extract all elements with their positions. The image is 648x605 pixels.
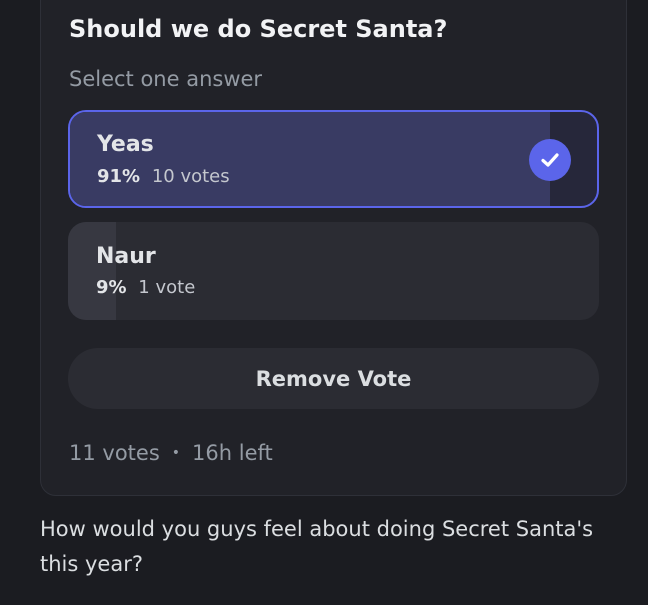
answer-label: Yeas bbox=[97, 132, 154, 157]
answer-vote-count: 1 vote bbox=[138, 277, 196, 298]
poll-question: Should we do Secret Santa? bbox=[69, 15, 448, 43]
remove-vote-button[interactable]: Remove Vote bbox=[68, 348, 599, 409]
message-text: How would you guys feel about doing Secr… bbox=[40, 517, 594, 576]
answer-percent: 9% bbox=[96, 277, 127, 298]
vote-bar-fill bbox=[70, 112, 550, 206]
poll-instruction: Select one answer bbox=[69, 67, 263, 91]
poll-footer: 11 votes • 16h left bbox=[69, 441, 273, 465]
answer-vote-count: 10 votes bbox=[151, 166, 230, 187]
poll-answer-yeas[interactable]: Yeas 91% 10 votes bbox=[68, 110, 599, 208]
vote-bar-fill bbox=[68, 222, 116, 320]
poll-card: Should we do Secret Santa? Select one an… bbox=[40, 0, 627, 496]
poll-answer-naur[interactable]: Naur 9% 1 vote bbox=[68, 222, 599, 320]
total-votes: 11 votes bbox=[69, 441, 160, 465]
answer-percent: 91% bbox=[97, 166, 141, 187]
check-icon bbox=[529, 139, 571, 181]
answer-stats: 91% 10 votes bbox=[97, 166, 230, 187]
answer-label: Naur bbox=[96, 244, 156, 269]
separator-dot: • bbox=[171, 445, 181, 461]
answer-stats: 9% 1 vote bbox=[96, 277, 195, 298]
time-left: 16h left bbox=[192, 441, 273, 465]
